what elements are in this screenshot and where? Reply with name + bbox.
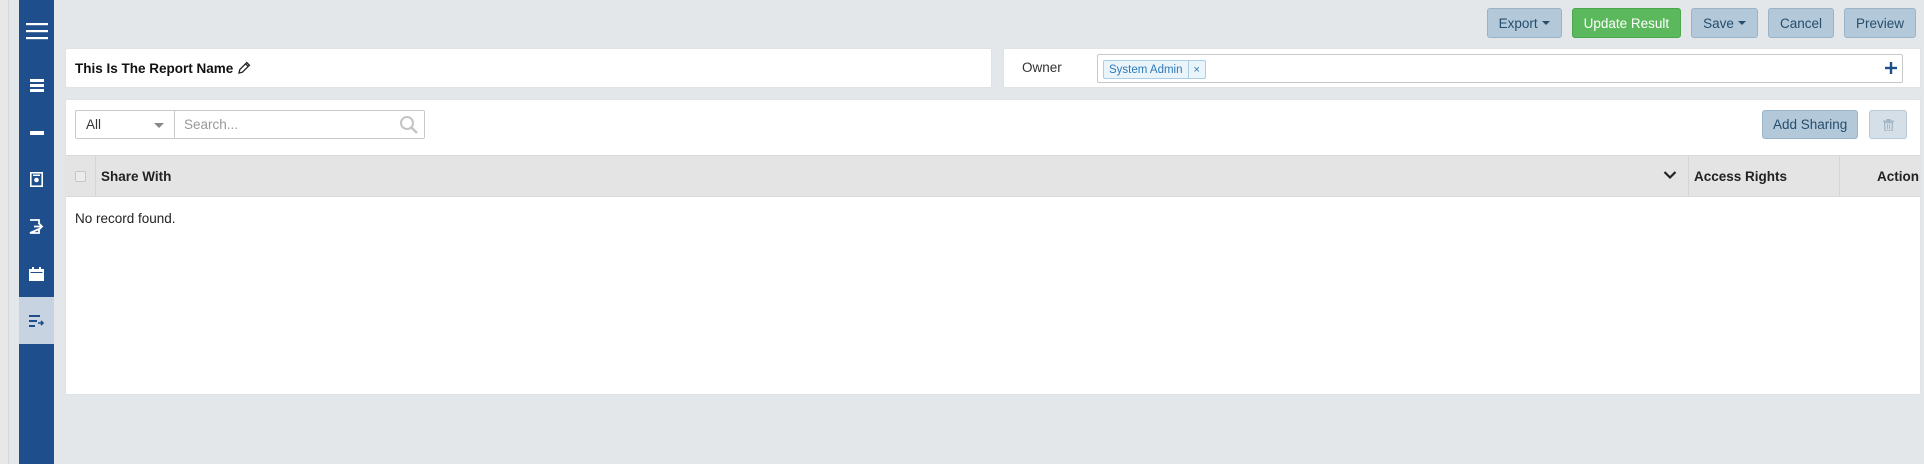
report-name: This Is The Report Name [75,60,234,76]
column-divider [1688,156,1689,196]
column-divider [1839,156,1840,196]
preview-button-label: Preview [1855,15,1904,31]
delete-button[interactable] [1869,110,1907,139]
chevron-down-icon [154,123,164,128]
column-header-action: Action [1877,169,1919,184]
export-button-label: Export [1498,15,1538,31]
search-icon[interactable] [399,115,419,138]
export-icon [29,219,44,234]
add-sharing-button[interactable]: Add Sharing [1762,110,1859,139]
sidebar-item-menu[interactable] [19,0,54,62]
filter-dropdown[interactable]: All [75,110,175,139]
update-result-button[interactable]: Update Result [1571,8,1682,38]
caret-down-icon [1541,21,1550,25]
hamburger-icon [25,23,48,40]
sidebar-item-minus[interactable] [19,109,54,156]
empty-table-message: No record found. [75,211,176,226]
search-input[interactable] [184,117,384,132]
table-header: Share With Access Rights Action [66,155,1920,197]
sidebar [19,0,54,464]
owner-tag: System Admin × [1103,60,1206,79]
report-icon [30,172,43,187]
owner-panel: Owner System Admin × [1003,48,1921,88]
search-box [175,110,425,139]
caret-down-icon [1737,21,1746,25]
owner-label: Owner [1022,60,1062,75]
sort-list-icon [29,314,44,327]
owner-tag-label: System Admin [1109,63,1183,76]
sharing-panel: All Add Sharing Share With [65,99,1921,395]
list-icon [29,79,44,92]
toolbar: Export Update Result Save Cancel Preview [1486,8,1916,38]
column-header-access-rights[interactable]: Access Rights [1694,169,1787,184]
save-button-label: Save [1703,15,1734,31]
update-result-label: Update Result [1583,15,1670,31]
select-all-checkbox[interactable] [75,171,86,182]
cancel-button-label: Cancel [1779,15,1822,31]
sidebar-item-report[interactable] [19,156,54,203]
sidebar-item-export[interactable] [19,203,54,250]
chevron-down-icon[interactable] [1663,168,1677,183]
minus-icon [29,130,44,135]
column-header-share-with[interactable]: Share With [101,169,171,184]
cancel-button[interactable]: Cancel [1767,8,1834,38]
preview-button[interactable]: Preview [1843,8,1916,38]
owner-select[interactable]: System Admin × [1097,54,1903,83]
window-edge [0,0,9,464]
trash-icon [1882,118,1894,131]
sidebar-item-sort[interactable] [19,297,54,344]
filter-selected-value: All [86,117,102,132]
add-owner-plus-icon[interactable] [1882,59,1900,77]
pencil-icon[interactable] [237,61,251,75]
sidebar-item-calendar[interactable] [19,250,54,297]
column-divider [95,156,96,196]
save-button[interactable]: Save [1691,8,1758,38]
calendar-icon [29,266,44,281]
remove-tag-icon[interactable]: × [1187,61,1205,78]
export-button[interactable]: Export [1486,8,1562,38]
report-name-panel: This Is The Report Name [65,48,992,88]
add-sharing-label: Add Sharing [1773,117,1848,132]
sidebar-item-list[interactable] [19,62,54,109]
